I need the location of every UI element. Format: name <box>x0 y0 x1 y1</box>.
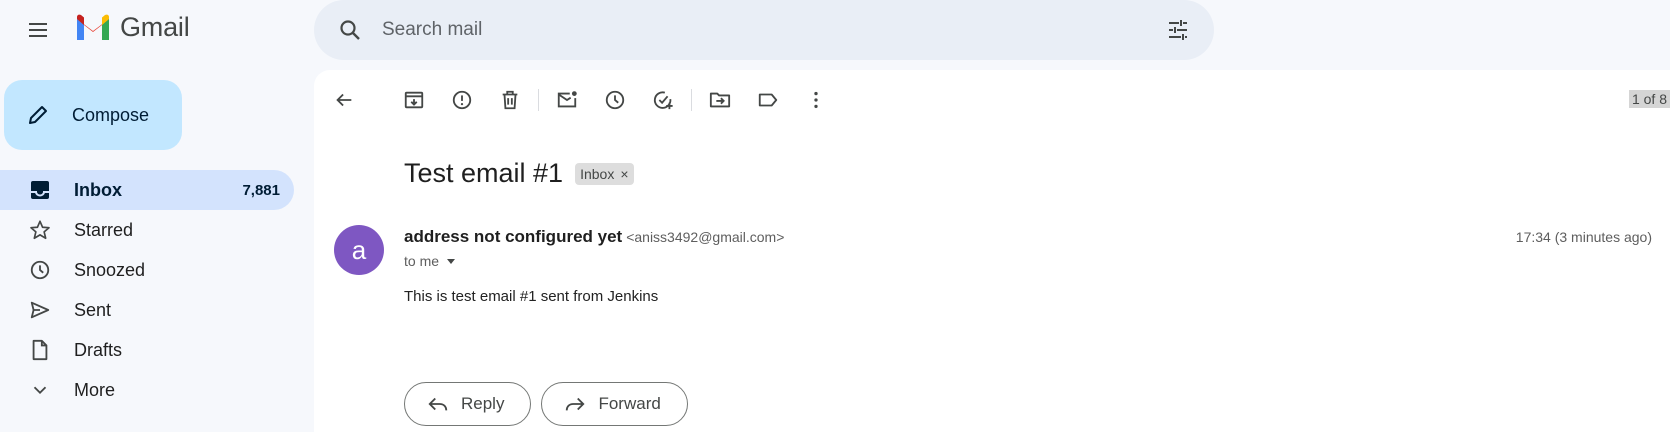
archive-button[interactable] <box>394 80 434 120</box>
app-name: Gmail <box>120 12 190 42</box>
pagination-indicator: 1 of 8 <box>1628 90 1670 108</box>
move-to-button[interactable] <box>700 80 740 120</box>
message-timestamp: 17:34 (3 minutes ago) <box>1515 229 1652 245</box>
report-spam-button[interactable] <box>442 80 482 120</box>
sidebar-nav: Inbox 7,881 Starred Snoozed Sent Drafts … <box>0 170 294 410</box>
label-icon <box>758 93 778 107</box>
pencil-icon <box>29 106 47 124</box>
search-options-button[interactable] <box>1158 10 1198 50</box>
forward-button[interactable]: Forward <box>541 382 688 426</box>
toolbar-divider <box>691 89 692 111</box>
remove-label-button[interactable]: × <box>620 166 628 182</box>
sidebar-item-label: More <box>74 379 116 400</box>
inbox-icon <box>26 180 54 200</box>
recipient-text: to me <box>404 253 440 269</box>
sender-email: <aniss3492@gmail.com> <box>626 229 785 245</box>
compose-label: Compose <box>72 104 150 125</box>
more-options-button[interactable] <box>796 80 836 120</box>
sender-name[interactable]: address not configured yet <box>404 227 622 247</box>
move-to-icon <box>709 92 731 108</box>
search-button[interactable] <box>330 10 370 50</box>
message-subject: Test email #1 <box>404 158 564 188</box>
forward-label: Forward <box>598 394 661 413</box>
search-input[interactable] <box>382 19 1158 41</box>
subject-row: Test email #1 Inbox × <box>404 158 634 189</box>
search-icon <box>340 20 360 40</box>
back-button[interactable] <box>324 80 364 120</box>
gmail-logo[interactable]: Gmail <box>74 12 190 43</box>
sidebar-item-label: Sent <box>74 299 112 320</box>
sidebar-item-label: Drafts <box>74 339 123 360</box>
archive-icon <box>404 91 424 109</box>
clock-icon <box>26 259 54 281</box>
add-task-button[interactable] <box>643 80 683 120</box>
snooze-button[interactable] <box>595 80 635 120</box>
sidebar-item-label: Inbox <box>74 179 122 200</box>
sidebar-item-drafts[interactable]: Drafts <box>0 330 294 370</box>
main-menu-button[interactable] <box>18 14 58 46</box>
star-icon <box>26 219 54 241</box>
menu-icon <box>29 23 47 37</box>
reply-icon <box>428 397 448 411</box>
reply-button[interactable]: Reply <box>404 382 532 426</box>
label-button[interactable] <box>748 80 788 120</box>
snooze-icon <box>605 90 625 110</box>
message-toolbar <box>324 80 836 120</box>
recipient-details-toggle[interactable]: to me <box>404 253 457 269</box>
toolbar-divider <box>538 89 539 111</box>
label-chip-text: Inbox <box>580 165 615 182</box>
draft-icon <box>26 339 54 361</box>
chevron-down-icon <box>26 379 54 401</box>
sender-line: address not configured yet <aniss3492@gm… <box>404 227 784 247</box>
add-task-icon <box>653 91 673 110</box>
mark-unread-button[interactable] <box>547 80 587 120</box>
sidebar-item-inbox[interactable]: Inbox 7,881 <box>0 170 294 210</box>
reply-label: Reply <box>461 394 505 413</box>
gmail-logo-icon <box>77 14 109 40</box>
forward-icon <box>566 397 586 411</box>
sidebar-item-label: Starred <box>74 219 134 240</box>
label-chip-inbox[interactable]: Inbox × <box>575 162 634 185</box>
unread-count: 7,881 <box>242 181 280 199</box>
back-icon <box>336 93 352 107</box>
more-vert-icon <box>814 91 818 109</box>
compose-button[interactable]: Compose <box>4 80 182 150</box>
sidebar-item-starred[interactable]: Starred <box>0 210 294 250</box>
mark-unread-icon <box>557 91 577 108</box>
delete-icon <box>502 90 518 110</box>
caret-down-icon <box>447 259 456 264</box>
sidebar-item-label: Snoozed <box>74 259 146 280</box>
tune-icon <box>1169 20 1187 40</box>
report-spam-icon <box>452 90 472 110</box>
sidebar-item-snoozed[interactable]: Snoozed <box>0 250 294 290</box>
sidebar-item-more[interactable]: More <box>0 370 294 410</box>
avatar[interactable]: a <box>334 225 384 275</box>
message-actions: Reply Forward <box>404 382 688 426</box>
search-bar[interactable] <box>314 0 1214 60</box>
message-view: 1 of 8 Test email #1 Inbox × a address n… <box>314 70 1670 432</box>
sidebar-item-sent[interactable]: Sent <box>0 290 294 330</box>
message-body: This is test email #1 sent from Jenkins <box>404 288 659 305</box>
delete-button[interactable] <box>490 80 530 120</box>
send-icon <box>26 299 54 321</box>
